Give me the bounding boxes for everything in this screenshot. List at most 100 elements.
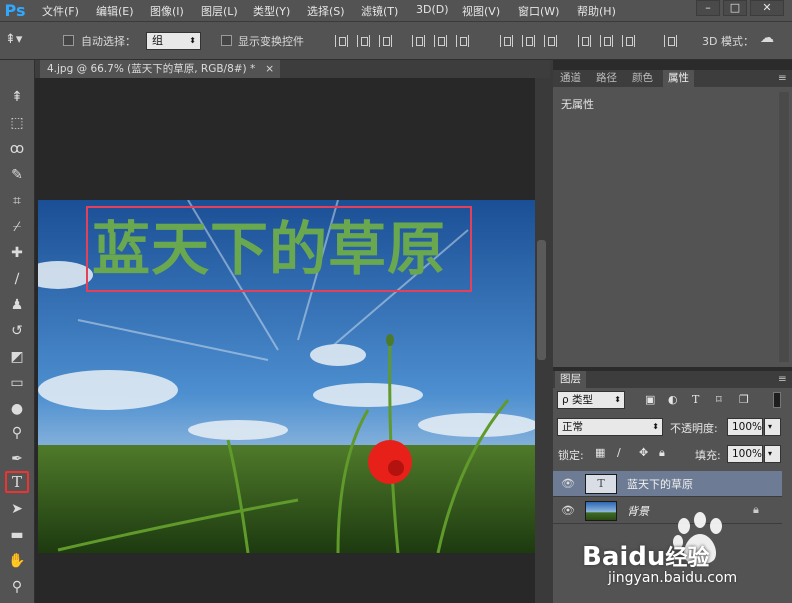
layer-name[interactable]: 蓝天下的草原 (627, 476, 693, 492)
auto-select-value: 组 (152, 34, 163, 47)
dodge-tool-icon[interactable]: ⚲ (5, 422, 29, 444)
visibility-eye-icon[interactable]: 👁︎ (561, 504, 575, 518)
menu-select[interactable]: 选择(S) (307, 3, 345, 19)
filter-shape-icon[interactable]: ⌑ (716, 393, 722, 406)
align-top-icon[interactable] (335, 35, 348, 47)
distribute-left-icon[interactable] (578, 35, 591, 47)
lock-image-icon[interactable]: ∕ (617, 446, 621, 459)
visibility-eye-icon[interactable]: 👁︎ (561, 477, 575, 491)
history-brush-tool-icon[interactable]: ↺ (5, 320, 29, 342)
properties-panel (553, 87, 792, 367)
lock-all-icon[interactable]: 🔒︎ (659, 446, 665, 460)
fill-dropdown-arrow[interactable]: ▾ (764, 445, 781, 463)
tab-properties[interactable]: 属性 (663, 70, 694, 87)
close-window-button[interactable]: ✕ (750, 0, 784, 16)
align-vcenter-icon[interactable] (357, 35, 370, 47)
rectangle-tool-icon[interactable]: ▬ (5, 524, 29, 546)
opacity-dropdown-arrow[interactable]: ▾ (764, 418, 781, 436)
document-tab[interactable]: 4.jpg @ 66.7% (蓝天下的草原, RGB/8#) * × (40, 60, 280, 78)
auto-select-dropdown[interactable]: 组 ⬍ (146, 32, 201, 50)
lock-transparent-icon[interactable]: ▦ (595, 446, 605, 459)
filter-smart-object-icon[interactable]: ❐ (739, 393, 749, 406)
auto-align-icon[interactable] (664, 35, 677, 47)
quick-select-tool-icon[interactable]: ✎ (5, 164, 29, 186)
watermark-url: jingyan.baidu.com (608, 570, 738, 586)
close-tab-icon[interactable]: × (265, 60, 274, 78)
dropdown-arrow-icon: ⬍ (614, 395, 621, 404)
layer-filter-dropdown[interactable]: ρ 类型 ⬍ (557, 391, 625, 409)
blur-tool-icon[interactable]: ● (5, 398, 29, 420)
minimize-button[interactable]: – (696, 0, 720, 16)
marquee-tool-icon[interactable]: ⬚ (5, 112, 29, 134)
blend-mode-dropdown[interactable]: 正常 ⬍ (557, 418, 663, 436)
canvas-text-layer[interactable]: 蓝天下的草原 (92, 209, 472, 289)
brand-du: du (628, 542, 666, 572)
align-hcenter-icon[interactable] (434, 35, 447, 47)
move-tool-preset-icon[interactable]: ⇞▾ (5, 32, 22, 47)
auto-select-checkbox[interactable] (63, 35, 74, 46)
align-right-icon[interactable] (456, 35, 469, 47)
tools-panel: ⇞ ⬚ ꝏ ✎ ⌗ ⌿ ✚ ∕ ♟ ↺ ◩ ▭ ● ⚲ ✒ T ➤ ▬ ✋ ⚲ (0, 60, 35, 603)
distribute-bottom-icon[interactable] (544, 35, 557, 47)
layers-panel-tabs: 图层 ≡ (553, 371, 792, 388)
distribute-hcenter-icon[interactable] (600, 35, 613, 47)
eraser-tool-icon[interactable]: ◩ (5, 346, 29, 368)
layers-menu-icon[interactable]: ≡ (773, 371, 792, 388)
opacity-input[interactable]: 100% (727, 418, 763, 436)
tab-channels[interactable]: 通道 (555, 70, 586, 87)
distribute-vcenter-icon[interactable] (522, 35, 535, 47)
panel-menu-icon[interactable]: ≡ (773, 70, 792, 87)
filter-type-icon[interactable]: T (692, 393, 699, 406)
healing-brush-tool-icon[interactable]: ✚ (5, 242, 29, 264)
align-left-icon[interactable] (412, 35, 425, 47)
type-tool-icon[interactable]: T (5, 471, 29, 493)
lock-position-icon[interactable]: ✥ (639, 446, 648, 459)
menu-view[interactable]: 视图(V) (462, 3, 500, 19)
lasso-tool-icon[interactable]: ꝏ (5, 138, 29, 160)
tab-paths[interactable]: 路径 (591, 70, 622, 87)
restore-button[interactable]: □ (723, 0, 747, 16)
baidu-jingyan-watermark: Baidu经验 jingyan.baidu.com (580, 512, 792, 603)
distribute-right-icon[interactable] (622, 35, 635, 47)
menu-filter[interactable]: 滤镜(T) (361, 3, 398, 19)
layer-row-text[interactable]: 👁︎ T 蓝天下的草原 (553, 471, 782, 497)
dropdown-arrow-icon: ⬍ (189, 36, 196, 45)
show-transform-label: 显示变换控件 (238, 35, 304, 48)
menu-help[interactable]: 帮助(H) (577, 3, 616, 19)
3d-rotate-icon[interactable]: ☁ (760, 30, 774, 46)
fill-input[interactable]: 100% (727, 445, 763, 463)
eyedropper-tool-icon[interactable]: ⌿ (5, 216, 29, 238)
filter-toggle[interactable] (773, 392, 781, 408)
clone-stamp-tool-icon[interactable]: ♟ (5, 294, 29, 316)
menu-file[interactable]: 文件(F) (42, 3, 79, 19)
crop-tool-icon[interactable]: ⌗ (5, 190, 29, 212)
menu-image[interactable]: 图像(I) (150, 3, 184, 19)
move-tool-icon[interactable]: ⇞ (5, 86, 29, 108)
gradient-tool-icon[interactable]: ▭ (5, 372, 29, 394)
properties-empty-text: 无属性 (561, 98, 594, 111)
photoshop-logo: Ps (4, 1, 26, 20)
path-select-tool-icon[interactable]: ➤ (5, 498, 29, 520)
menu-layer[interactable]: 图层(L) (201, 3, 238, 19)
auto-select-label: 自动选择： (81, 35, 136, 48)
properties-scrollbar[interactable] (779, 92, 789, 362)
brush-tool-icon[interactable]: ∕ (5, 268, 29, 290)
filter-pixel-icon[interactable]: ▣ (645, 393, 655, 406)
blend-mode-value: 正常 (562, 421, 583, 433)
menu-3d[interactable]: 3D(D) (416, 3, 449, 16)
properties-panel-tabs: 通道 路径 颜色 属性 ≡ (553, 70, 792, 87)
hand-tool-icon[interactable]: ✋ (5, 550, 29, 572)
brand-bai: Bai (582, 542, 629, 572)
filter-adjustment-icon[interactable]: ◐ (668, 393, 678, 406)
menu-window[interactable]: 窗口(W) (518, 3, 559, 19)
tab-color[interactable]: 颜色 (627, 70, 658, 87)
zoom-tool-icon[interactable]: ⚲ (5, 576, 29, 598)
distribute-top-icon[interactable] (500, 35, 513, 47)
menu-type[interactable]: 类型(Y) (253, 3, 290, 19)
show-transform-checkbox[interactable] (221, 35, 232, 46)
menu-edit[interactable]: 编辑(E) (96, 3, 134, 19)
pen-tool-icon[interactable]: ✒ (5, 448, 29, 470)
canvas-scrollbar-thumb[interactable] (537, 240, 546, 360)
tab-layers[interactable]: 图层 (555, 371, 586, 388)
align-bottom-icon[interactable] (379, 35, 392, 47)
